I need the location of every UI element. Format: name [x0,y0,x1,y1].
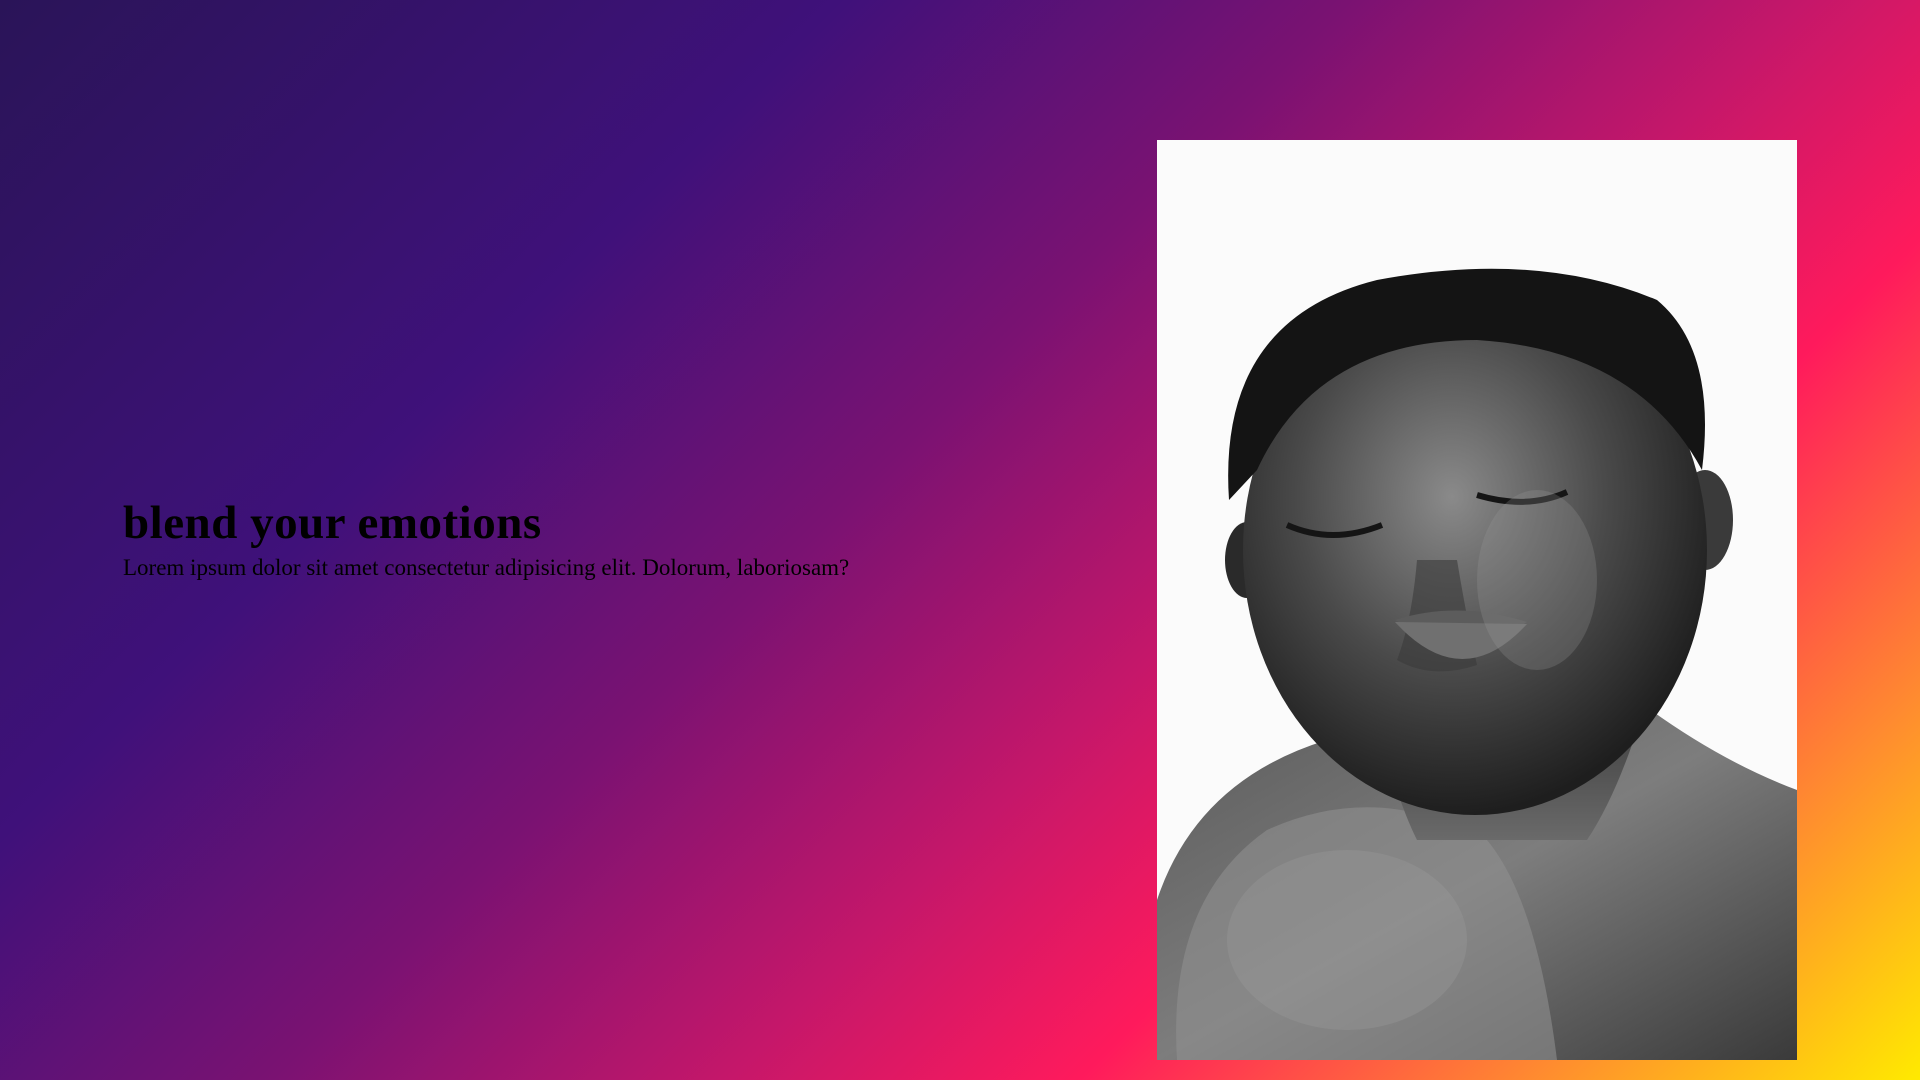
hero-text-block: blend your emotions Lorem ipsum dolor si… [123,497,1023,581]
portrait-image [1157,140,1797,1060]
hero-subtitle: Lorem ipsum dolor sit amet consectetur a… [123,554,850,580]
hero-title: blend your emotions [123,497,542,549]
portrait-photo-icon [1157,140,1797,1060]
